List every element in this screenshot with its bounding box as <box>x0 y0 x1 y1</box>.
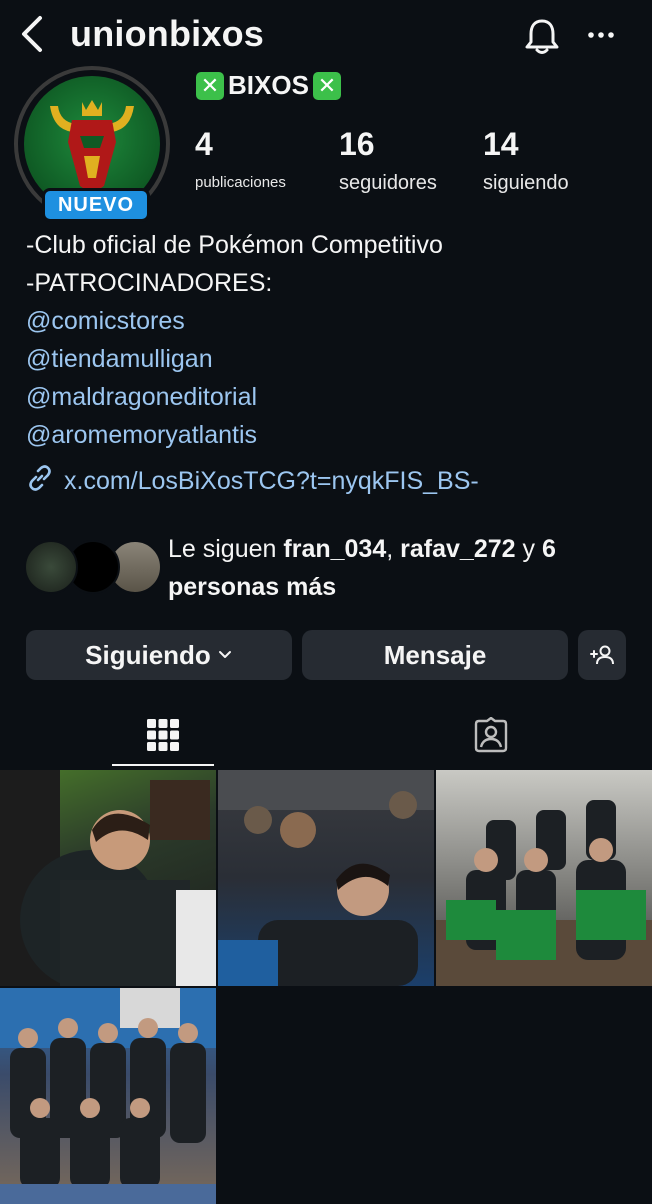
bell-icon[interactable] <box>524 16 560 56</box>
add-person-icon[interactable] <box>578 630 626 680</box>
back-arrow-icon[interactable] <box>18 14 48 54</box>
bio-mention[interactable]: @tiendamulligan <box>26 340 213 378</box>
posts-count[interactable]: 4 <box>195 126 213 163</box>
display-name-text: BIXOS <box>228 70 309 100</box>
followed-by-text[interactable]: Le siguen fran_034, rafav_272 y 6 person… <box>168 530 638 606</box>
link-icon <box>26 464 54 499</box>
display-name: ✕ BIXOS ✕ <box>196 70 341 101</box>
post-thumbnail[interactable] <box>218 770 434 986</box>
followers-count[interactable]: 16 <box>339 126 375 163</box>
tagged-icon <box>473 716 509 758</box>
following-button-label: Siguiendo <box>85 639 211 670</box>
post-thumbnail[interactable] <box>0 988 216 1204</box>
following-button[interactable]: Siguiendo <box>26 630 292 680</box>
profile-link-text[interactable]: x.com/LosBiXosTCG?t=nyqkFIS_BS- <box>64 467 479 496</box>
post-thumbnail[interactable] <box>436 770 652 986</box>
profile-username: unionbixos <box>70 13 264 54</box>
grid-icon <box>146 718 180 757</box>
posts-label[interactable]: publicaciones <box>195 174 286 191</box>
new-badge: NUEVO <box>42 188 150 222</box>
follower-name[interactable]: fran_034 <box>283 535 386 563</box>
bio-mention[interactable]: @aromemoryatlantis <box>26 416 257 454</box>
conjunction: y <box>522 535 536 563</box>
x-mark-icon: ✕ <box>196 71 224 100</box>
bio-mention[interactable]: @comicstores <box>26 302 185 340</box>
followers-label[interactable]: seguidores <box>339 172 437 195</box>
tab-tagged[interactable] <box>440 710 542 764</box>
follower-avatar[interactable] <box>24 540 78 594</box>
separator: , <box>386 535 394 563</box>
following-count[interactable]: 14 <box>483 126 519 163</box>
chevron-down-icon <box>217 647 233 663</box>
followed-by-prefix: Le siguen <box>168 535 277 563</box>
following-label[interactable]: siguiendo <box>483 172 569 195</box>
message-button-label: Mensaje <box>383 639 487 670</box>
tab-posts-grid[interactable] <box>112 710 214 764</box>
bio-line: -PATROCINADORES: <box>26 269 273 297</box>
message-button[interactable]: Mensaje <box>302 630 568 680</box>
x-mark-icon: ✕ <box>312 71 341 100</box>
follower-name[interactable]: rafav_272 <box>400 535 515 563</box>
bio-mention[interactable]: @maldragoneditorial <box>26 378 257 416</box>
more-icon[interactable] <box>586 20 616 50</box>
post-thumbnail[interactable] <box>0 770 216 986</box>
active-tab-indicator <box>112 764 214 766</box>
bio-line: -Club oficial de Pokémon Competitivo <box>26 231 443 259</box>
profile-link[interactable]: x.com/LosBiXosTCG?t=nyqkFIS_BS- <box>26 464 479 499</box>
